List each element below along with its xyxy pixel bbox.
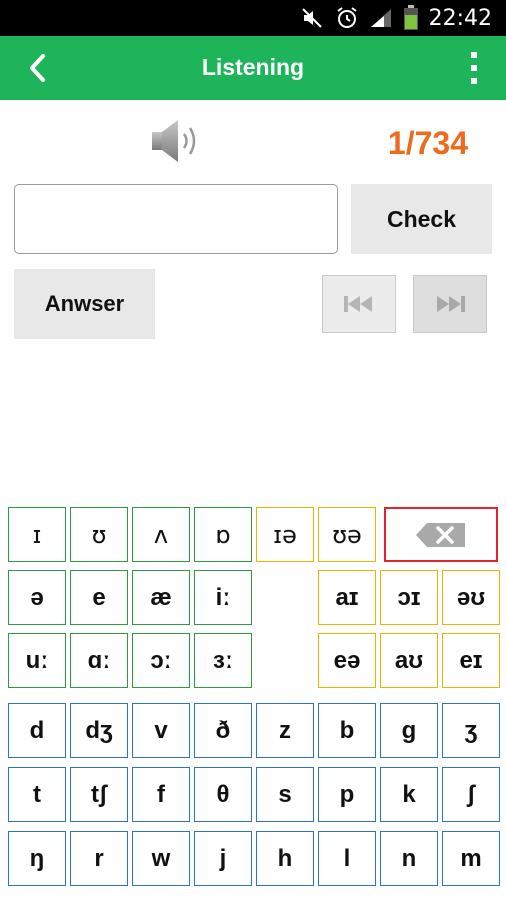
ipa-key[interactable]: h (256, 831, 314, 886)
ipa-key[interactable]: ʒ (442, 703, 500, 758)
next-button[interactable] (413, 275, 487, 333)
battery-icon (403, 5, 418, 30)
ipa-key[interactable]: əʊ (442, 570, 500, 625)
overflow-menu-icon (471, 52, 477, 58)
ipa-key[interactable]: ɪə (256, 507, 314, 562)
ipa-key[interactable]: eɪ (442, 633, 500, 688)
ipa-key[interactable]: ɔɪ (380, 570, 438, 625)
ipa-key[interactable]: d (8, 703, 66, 758)
ipa-key[interactable]: w (132, 831, 190, 886)
ipa-key[interactable]: uː (8, 633, 66, 688)
ipa-key[interactable]: n (380, 831, 438, 886)
ipa-key[interactable]: aʊ (380, 633, 438, 688)
progress-counter: 1/734 (387, 125, 468, 161)
ipa-key[interactable]: ə (8, 570, 66, 625)
signal-icon (370, 9, 391, 27)
mute-icon (301, 8, 322, 28)
backspace-icon (416, 522, 465, 547)
skip-previous-icon (344, 296, 372, 312)
ipa-key[interactable]: f (132, 767, 190, 822)
ipa-key[interactable]: ɒ (194, 507, 252, 562)
ipa-key[interactable]: ɔː (132, 633, 190, 688)
ipa-key[interactable]: ʌ (132, 507, 190, 562)
ipa-key[interactable]: t (8, 767, 66, 822)
speaker-icon (152, 120, 196, 162)
previous-button[interactable] (322, 275, 396, 333)
overflow-menu-icon (471, 65, 477, 71)
answer-input[interactable] (14, 184, 338, 254)
ipa-key[interactable]: p (318, 767, 376, 822)
status-bar: 22:42 (0, 0, 506, 36)
ipa-key[interactable]: ɑː (70, 633, 128, 688)
page-title: Listening (201, 54, 305, 80)
check-button[interactable]: Check (351, 184, 492, 254)
ipa-key[interactable]: v (132, 703, 190, 758)
overflow-menu-button[interactable] (464, 50, 484, 86)
ipa-key[interactable]: ð (194, 703, 252, 758)
ipa-key[interactable]: b (318, 703, 376, 758)
alarm-icon (336, 7, 357, 28)
skip-next-icon (437, 296, 465, 312)
status-icons: 22:42 (301, 0, 492, 36)
ipa-key[interactable]: ɪ (8, 507, 66, 562)
play-audio-button[interactable] (148, 116, 204, 166)
ipa-key[interactable]: ʃ (442, 767, 500, 822)
status-time: 22:42 (428, 5, 492, 31)
ipa-key[interactable]: k (380, 767, 438, 822)
ipa-key[interactable]: g (380, 703, 438, 758)
ipa-key[interactable]: æ (132, 570, 190, 625)
ipa-key[interactable]: ʊə (318, 507, 376, 562)
overflow-menu-icon (471, 78, 477, 84)
ipa-key[interactable]: l (318, 831, 376, 886)
ipa-key[interactable]: iː (194, 570, 252, 625)
delete-key[interactable] (384, 507, 498, 562)
ipa-key[interactable]: m (442, 831, 500, 886)
ipa-key[interactable]: tʃ (70, 767, 128, 822)
ipa-key[interactable]: eə (318, 633, 376, 688)
ipa-key[interactable]: ʊ (70, 507, 128, 562)
ipa-key[interactable]: j (194, 831, 252, 886)
answer-button[interactable]: Anwser (14, 269, 155, 339)
ipa-key[interactable]: ɜː (194, 633, 252, 688)
ipa-key[interactable]: θ (194, 767, 252, 822)
ipa-key[interactable]: dʒ (70, 703, 128, 758)
ipa-key[interactable]: s (256, 767, 314, 822)
app-bar: Listening (0, 36, 506, 100)
ipa-key[interactable]: e (70, 570, 128, 625)
ipa-key[interactable]: r (70, 831, 128, 886)
ipa-key[interactable]: aɪ (318, 570, 376, 625)
ipa-key[interactable]: ŋ (8, 831, 66, 886)
ipa-key[interactable]: z (256, 703, 314, 758)
